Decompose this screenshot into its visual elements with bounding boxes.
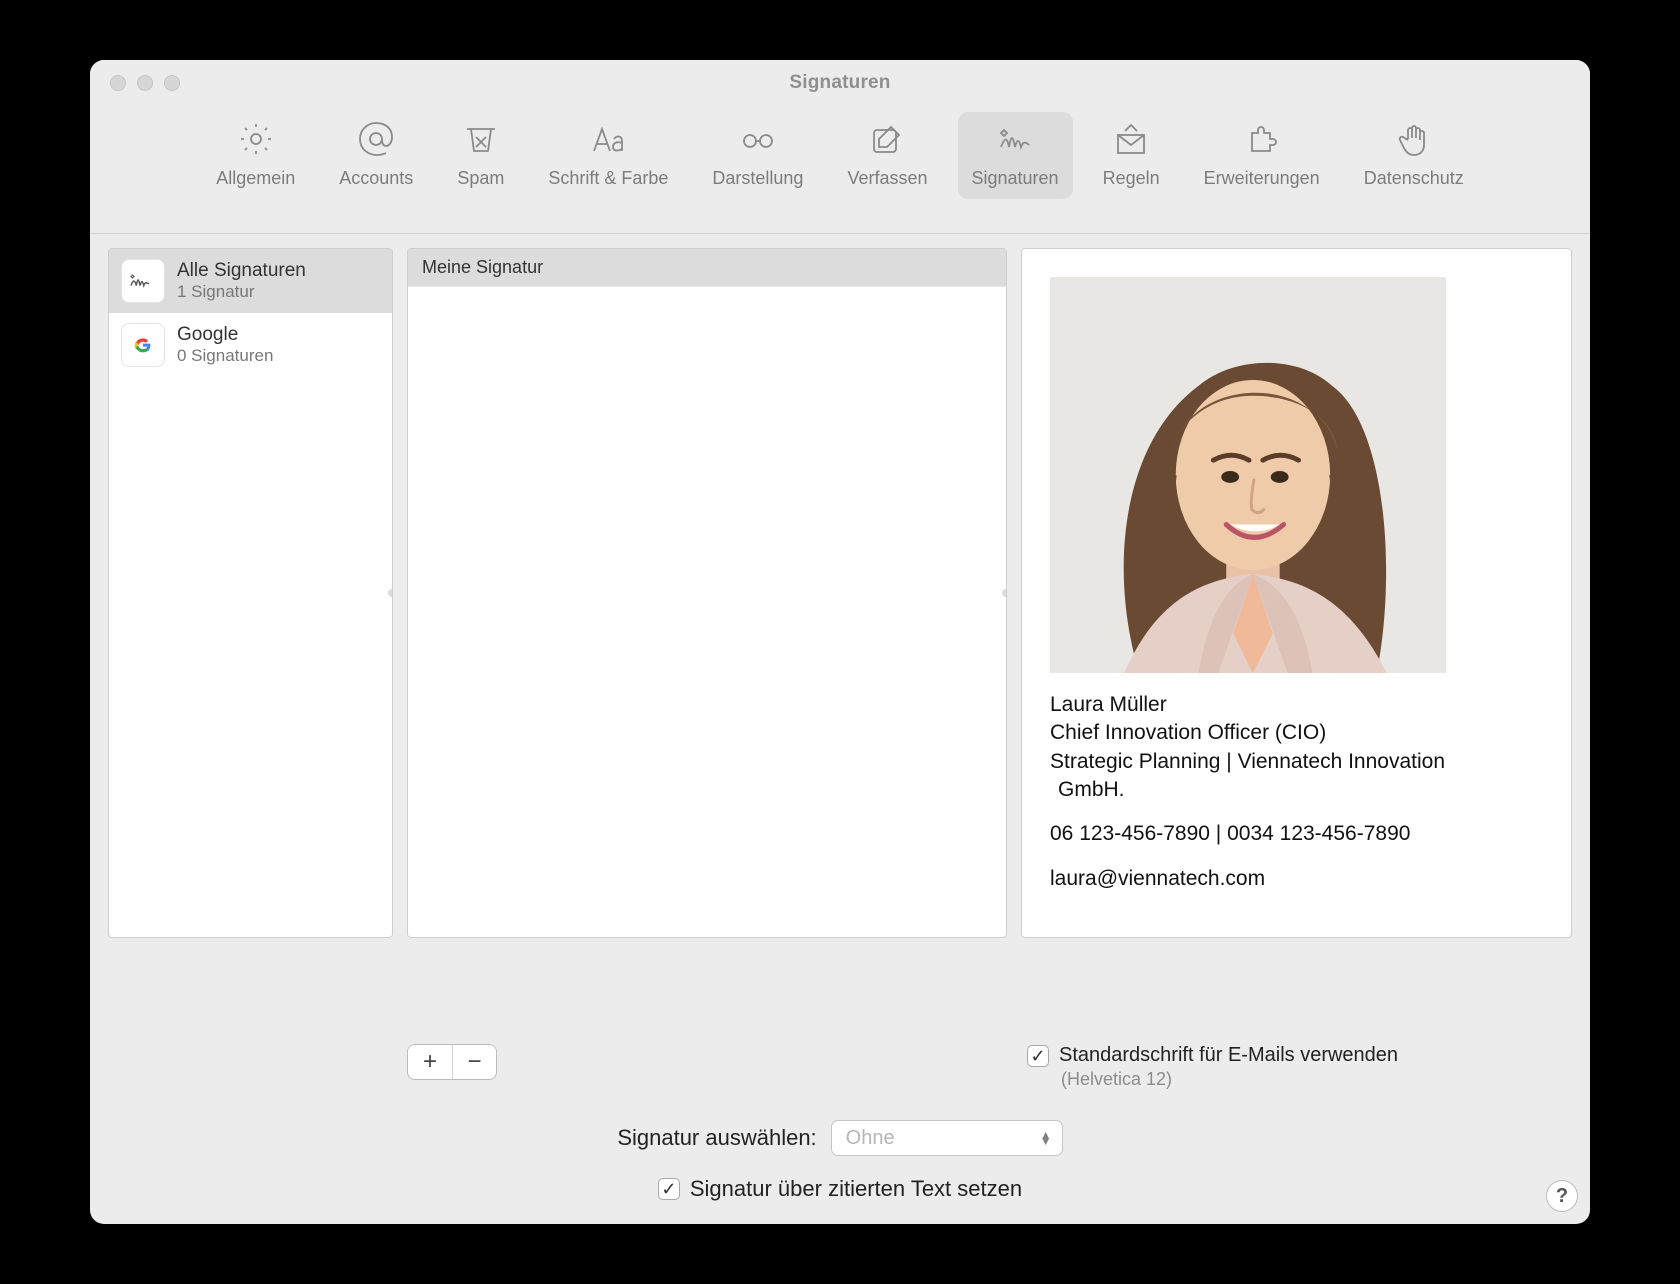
tab-spam[interactable]: Spam (443, 112, 518, 199)
help-icon: ? (1556, 1185, 1568, 1208)
signature-icon (121, 259, 165, 303)
sig-title: Chief Innovation Officer (CIO) (1050, 719, 1543, 747)
place-above-quoted-label: Signatur über zitierten Text setzen (690, 1176, 1022, 1202)
plus-icon: + (423, 1050, 437, 1074)
tab-label: Verfassen (847, 168, 927, 189)
account-subtitle: 1 Signatur (177, 282, 306, 302)
font-icon (586, 120, 630, 158)
column-resize-handle[interactable] (1002, 589, 1007, 597)
window-controls (110, 60, 180, 106)
add-remove-signature: + − (407, 1044, 497, 1080)
tab-rules[interactable]: Regeln (1089, 112, 1174, 199)
signature-icon (993, 120, 1037, 158)
tab-label: Allgemein (216, 168, 295, 189)
tab-compose[interactable]: Verfassen (833, 112, 941, 199)
signature-preview-panel[interactable]: Laura Müller Chief Innovation Officer (C… (1021, 248, 1572, 938)
preferences-toolbar: Allgemein Accounts Spam Schrift & Farbe (90, 106, 1590, 234)
tab-label: Datenschutz (1364, 168, 1464, 189)
signature-list-panel: Meine Signatur (407, 248, 1007, 938)
use-default-font-label: Standardschrift für E-Mails verwenden (1059, 1044, 1398, 1067)
account-subtitle: 0 Signaturen (177, 346, 273, 366)
account-google[interactable]: Google 0 Signaturen (109, 313, 392, 377)
tab-label: Erweiterungen (1204, 168, 1320, 189)
remove-signature-button[interactable]: − (452, 1045, 496, 1079)
use-default-font-checkbox[interactable] (1027, 1045, 1049, 1067)
help-button[interactable]: ? (1546, 1180, 1578, 1212)
signature-item-meine-signatur[interactable]: Meine Signatur (408, 249, 1006, 287)
tab-viewing[interactable]: Darstellung (698, 112, 817, 199)
tab-label: Signaturen (972, 168, 1059, 189)
window-title: Signaturen (789, 72, 890, 94)
account-title: Alle Signaturen (177, 260, 306, 282)
preferences-window: Signaturen Allgemein Accounts Spam (90, 60, 1590, 1224)
gear-icon (234, 120, 278, 158)
choose-signature-value: Ohne (846, 1127, 895, 1150)
tab-fonts[interactable]: Schrift & Farbe (534, 112, 682, 199)
glasses-icon (736, 120, 780, 158)
signature-photo (1050, 277, 1446, 673)
tab-label: Schrift & Farbe (548, 168, 668, 189)
choose-signature-label: Signatur auswählen: (617, 1125, 816, 1151)
titlebar: Signaturen (90, 60, 1590, 106)
tab-signatures[interactable]: Signaturen (958, 112, 1073, 199)
google-icon (121, 323, 165, 367)
account-title: Google (177, 324, 273, 346)
choose-signature-select[interactable]: Ohne ▲▼ (831, 1120, 1063, 1156)
default-font-display: (Helvetica 12) (1027, 1069, 1572, 1090)
sig-dept: Strategic Planning | Viennatech Innovati… (1050, 748, 1543, 776)
bottom-area: Signatur auswählen: Ohne ▲▼ Signatur übe… (90, 1090, 1590, 1224)
tab-label: Accounts (339, 168, 413, 189)
tab-general[interactable]: Allgemein (202, 112, 309, 199)
close-window-button[interactable] (110, 75, 126, 91)
panel-footer-row: + − Standardschrift für E-Mails verwende… (90, 1034, 1590, 1090)
at-icon (354, 120, 398, 158)
hand-icon (1392, 120, 1436, 158)
zoom-window-button[interactable] (164, 75, 180, 91)
minus-icon: − (467, 1050, 481, 1074)
place-above-quoted-checkbox[interactable] (658, 1178, 680, 1200)
accounts-panel: Alle Signaturen 1 Signatur G (108, 248, 393, 938)
sig-email: laura@viennatech.com (1050, 865, 1543, 893)
content-area: Alle Signaturen 1 Signatur G (90, 234, 1590, 1034)
account-all-signatures[interactable]: Alle Signaturen 1 Signatur (109, 249, 392, 313)
sig-phones: 06 123-456-7890 | 0034 123-456-7890 (1050, 820, 1543, 848)
signature-item-label: Meine Signatur (422, 257, 543, 277)
minimize-window-button[interactable] (137, 75, 153, 91)
tab-label: Spam (457, 168, 504, 189)
puzzle-icon (1240, 120, 1284, 158)
spam-bin-icon (459, 120, 503, 158)
rules-icon (1109, 120, 1153, 158)
tab-label: Darstellung (712, 168, 803, 189)
compose-icon (865, 120, 909, 158)
tab-label: Regeln (1103, 168, 1160, 189)
tab-accounts[interactable]: Accounts (325, 112, 427, 199)
signature-text: Laura Müller Chief Innovation Officer (C… (1050, 691, 1543, 893)
add-signature-button[interactable]: + (408, 1045, 452, 1079)
sig-name: Laura Müller (1050, 691, 1543, 719)
select-stepper-icon: ▲▼ (1040, 1132, 1052, 1144)
column-resize-handle[interactable] (388, 589, 393, 597)
tab-privacy[interactable]: Datenschutz (1350, 112, 1478, 199)
sig-company-suffix: GmbH. (1058, 776, 1543, 804)
tab-extensions[interactable]: Erweiterungen (1190, 112, 1334, 199)
